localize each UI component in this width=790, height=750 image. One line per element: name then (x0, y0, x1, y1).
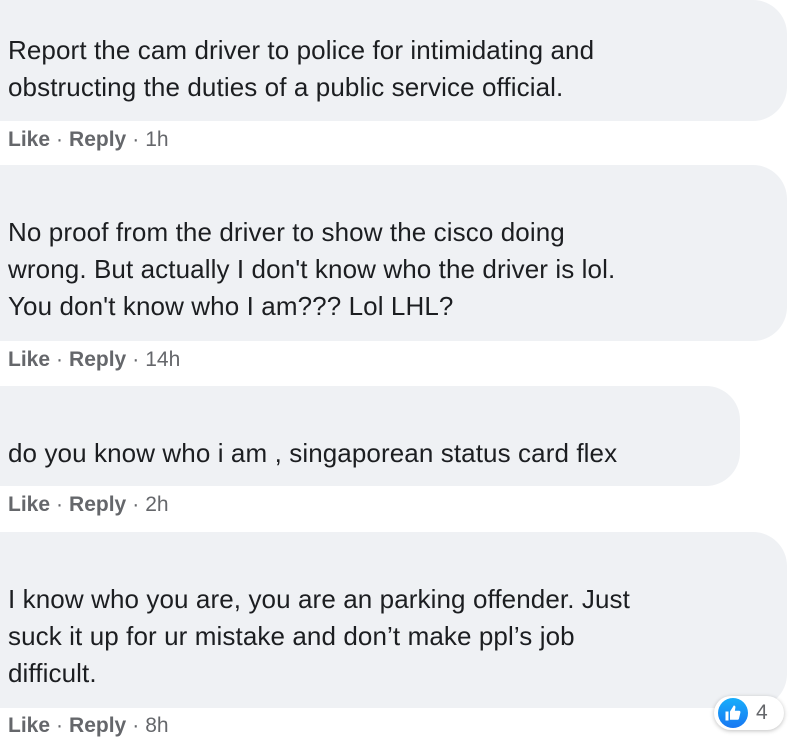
separator: · (56, 128, 64, 151)
comment-bubble: do you know who i am , singaporean statu… (0, 386, 740, 486)
like-link[interactable]: Like (8, 493, 50, 517)
reply-link[interactable]: Reply (69, 493, 126, 517)
comment-time[interactable]: 2h (145, 493, 168, 517)
separator: · (56, 348, 64, 371)
reaction-count: 4 (756, 701, 768, 724)
separator: · (132, 714, 140, 737)
comment-time[interactable]: 1h (145, 128, 168, 152)
comment-actions: Like · Reply · 2h (8, 491, 169, 519)
comment-time[interactable]: 8h (145, 714, 168, 738)
thumbs-up-icon (718, 698, 748, 728)
comment-text: do you know who i am , singaporean statu… (8, 438, 618, 468)
comment-actions: Like · Reply · 8h (8, 712, 169, 740)
reply-link[interactable]: Reply (69, 714, 126, 738)
comment-bubble: No proof from the driver to show the cis… (0, 165, 787, 341)
separator: · (132, 348, 140, 371)
separator: · (56, 493, 64, 516)
reply-link[interactable]: Reply (69, 128, 126, 152)
comment-actions: Like · Reply · 1h (8, 126, 169, 154)
separator: · (56, 714, 64, 737)
reply-link[interactable]: Reply (69, 348, 126, 372)
like-link[interactable]: Like (8, 348, 50, 372)
comment-text: Report the cam driver to police for inti… (8, 35, 595, 102)
separator: · (132, 128, 140, 151)
like-link[interactable]: Like (8, 128, 50, 152)
comment-actions: Like · Reply · 14h (8, 346, 180, 374)
comment-bubble: I know who you are, you are an parking o… (0, 532, 787, 708)
comment-bubble: Report the cam driver to police for inti… (0, 0, 787, 121)
like-link[interactable]: Like (8, 714, 50, 738)
comment-text: No proof from the driver to show the cis… (8, 217, 616, 321)
comment-text: I know who you are, you are an parking o… (8, 584, 630, 688)
separator: · (132, 493, 140, 516)
comment-time[interactable]: 14h (145, 348, 180, 372)
reaction-badge[interactable]: 4 (714, 696, 784, 730)
